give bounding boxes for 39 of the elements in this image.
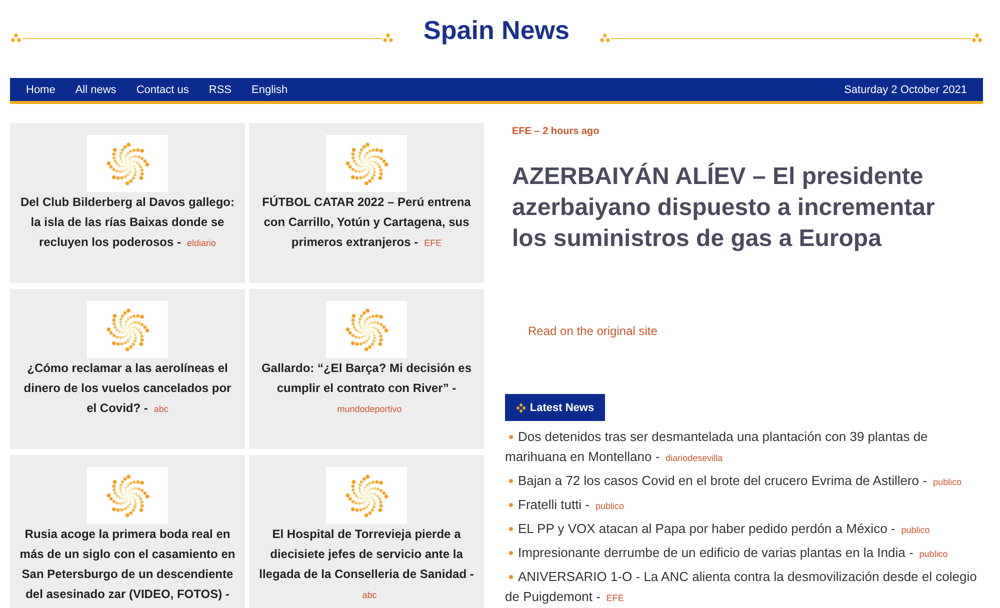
headline-link[interactable]: ¿Cómo reclamar a las aerolíneas el dinero de los vuelos cancelados por el Covid? - abc — [18, 358, 237, 419]
bullet-icon — [509, 526, 513, 531]
bullet-icon — [509, 550, 513, 555]
site-title: Spain News — [424, 14, 570, 46]
bullet-icon — [509, 502, 513, 507]
news-link[interactable]: ANIVERSARIO 1-O - La ANC alienta contra la desmovilización desde el colegio de Puigdemont - EFE — [505, 567, 990, 608]
latest-news-title: Latest News — [530, 402, 594, 414]
news-link[interactable]: Impresionante derrumbe de un edificio de varias plantas en la India - publico — [505, 543, 990, 564]
diamond-cluster-icon — [516, 402, 526, 412]
news-link[interactable]: Bajan a 72 los casos Covid en el brote del crucero Evrima de Astillero - publico — [505, 471, 990, 492]
bullet-icon — [509, 434, 513, 439]
article-headline: AZERBAIYÁN ALÍEV – El presidente azerbaiyano dispuesto a incrementar los suministros de gas a Europa — [512, 162, 936, 254]
swirl-logo-icon — [106, 142, 150, 186]
diamond-cluster-icon — [10, 33, 22, 43]
date-label: Saturday 2 October 2021 — [844, 82, 967, 96]
diamond-cluster-icon — [599, 33, 612, 43]
diamond-cluster-icon — [382, 33, 394, 43]
swirl-logo-icon — [344, 474, 388, 518]
bullet-icon — [509, 478, 513, 483]
nav-link[interactable]: English — [252, 82, 288, 96]
headline-link[interactable]: Del Club Bilderberg al Davos gallego: la isla de las rías Baixas donde se recluyen los poderosos - eldiario — [18, 192, 237, 253]
nav-link[interactable]: RSS — [208, 82, 232, 96]
headline-link[interactable]: El Hospital de Torrevieja pierde a diecisiete jefes de servicio ante la llegada de la Conselleria de Sanidad - abc — [257, 524, 476, 605]
swirl-logo-icon — [106, 308, 150, 352]
headline-link[interactable]: Rusia acoge la primera boda real en más de un siglo con el casamiento en San Petersburgo de un descendiente del asesinado zar (VIDEO, FOTOS) - — [18, 524, 237, 604]
news-link[interactable]: EL PP y VOX atacan al Papa por haber pedido perdón a México - publico — [505, 519, 990, 540]
diamond-cluster-icon — [971, 33, 983, 43]
bullet-icon — [509, 574, 513, 579]
article-meta: EFE – 2 hours ago — [512, 125, 600, 139]
nav-link[interactable]: Contact us — [136, 82, 189, 96]
nav-link[interactable]: Home — [26, 82, 56, 96]
original-site-link[interactable]: Read on the original site — [528, 323, 658, 339]
swirl-logo-icon — [344, 308, 388, 352]
headline-link[interactable]: FÚTBOL CATAR 2022 – Perú entrena con Carrillo, Yotún y Cartagena, sus primeros extranjeros - EFE — [257, 192, 476, 253]
swirl-logo-icon — [344, 142, 388, 186]
headline-link[interactable]: Gallardo: “¿El Barça? Mi decisión es cumplir el contrato con River” - mundodeportivo — [257, 358, 476, 419]
news-link[interactable]: Fratelli tutti - publico — [505, 495, 990, 516]
nav-link[interactable]: All news — [75, 82, 116, 96]
swirl-logo-icon — [106, 474, 150, 518]
